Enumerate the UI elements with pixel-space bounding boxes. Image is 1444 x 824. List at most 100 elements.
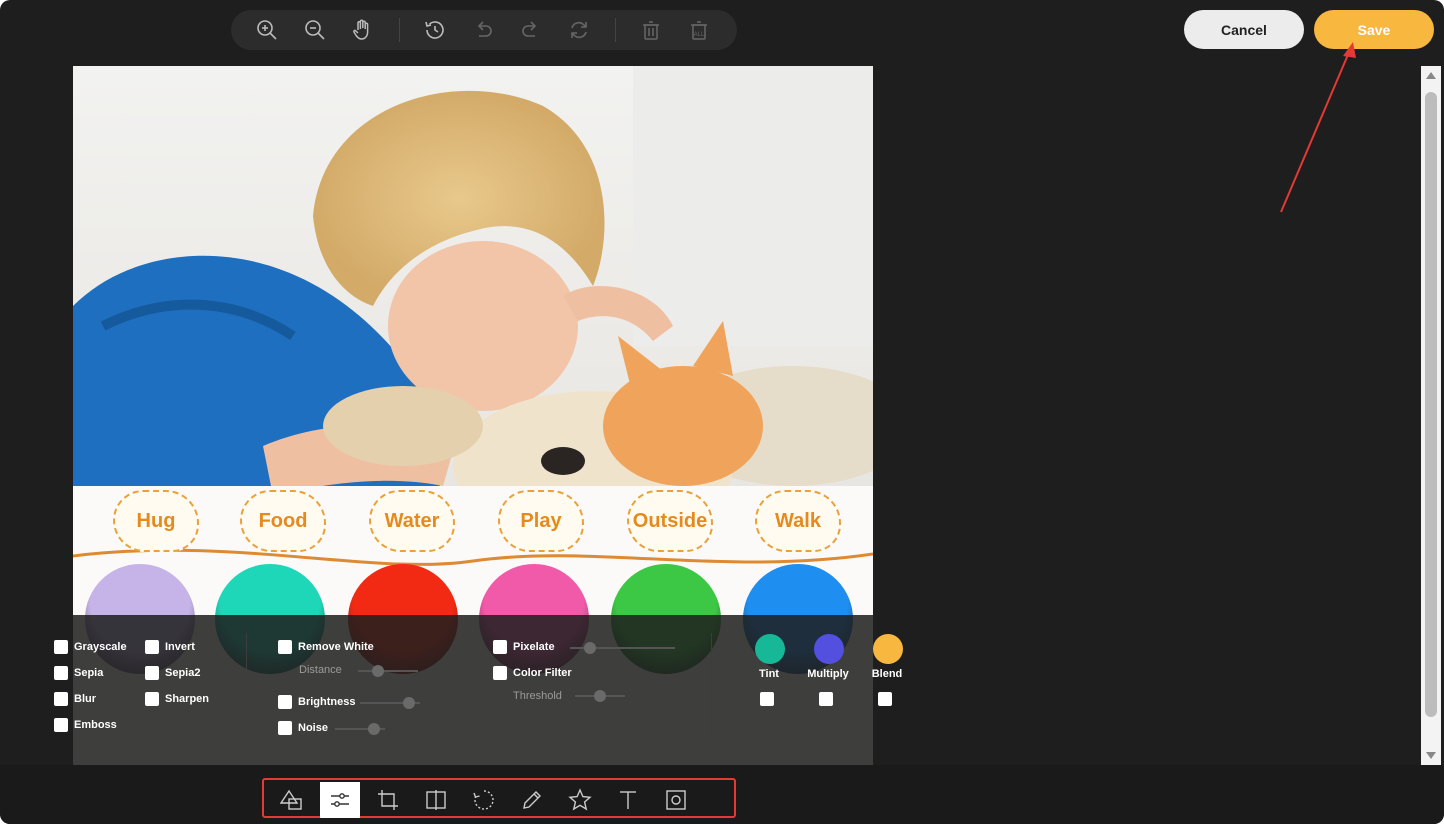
- remove-white-label: Remove White: [298, 641, 374, 653]
- sharpen-label: Sharpen: [165, 693, 210, 705]
- checkbox-box[interactable]: [493, 640, 507, 654]
- emboss-checkbox[interactable]: Emboss: [54, 718, 117, 732]
- distance-label: Distance: [299, 664, 342, 676]
- zoom-out-icon[interactable]: [301, 16, 329, 44]
- panel-separator: [711, 633, 712, 743]
- label-cloud: Play: [498, 490, 584, 552]
- checkbox-box[interactable]: [145, 692, 159, 706]
- slider-knob[interactable]: [372, 665, 384, 677]
- hand-icon[interactable]: [349, 16, 377, 44]
- text-icon[interactable]: [608, 782, 648, 818]
- vertical-scrollbar[interactable]: [1421, 66, 1441, 765]
- checkbox-box[interactable]: [54, 718, 68, 732]
- multiply-color-swatch[interactable]: [814, 634, 844, 664]
- shape-icon[interactable]: [272, 782, 312, 818]
- scroll-up-icon[interactable]: [1426, 72, 1436, 79]
- label-text: Food: [258, 509, 308, 532]
- scroll-down-icon[interactable]: [1426, 752, 1436, 759]
- flip-icon[interactable]: [416, 782, 456, 818]
- slider-knob[interactable]: [368, 723, 380, 735]
- brightness-slider[interactable]: [360, 697, 420, 709]
- checkbox-box[interactable]: [278, 695, 292, 709]
- label-row: Hug Food Water Play Outside Walk: [73, 490, 873, 560]
- save-button[interactable]: Save: [1314, 10, 1434, 49]
- mask-icon[interactable]: [656, 782, 696, 818]
- filter-panel: Grayscale Invert Sepia Sepia2 Blur Sharp…: [0, 615, 1420, 765]
- checkbox-box[interactable]: [145, 640, 159, 654]
- toolbar-separator: [615, 18, 616, 42]
- slider-knob[interactable]: [403, 697, 415, 709]
- blend-checkbox[interactable]: [878, 692, 892, 706]
- noise-checkbox[interactable]: Noise: [278, 721, 328, 735]
- label-text: Outside: [632, 509, 708, 532]
- label-text: Hug: [136, 509, 176, 532]
- slider-knob[interactable]: [594, 690, 606, 702]
- delete-all-icon[interactable]: ALL: [685, 16, 713, 44]
- label-cloud: Hug: [113, 490, 199, 552]
- checkbox-box[interactable]: [493, 666, 507, 680]
- redo-icon[interactable]: [517, 16, 545, 44]
- delete-icon[interactable]: [637, 16, 665, 44]
- color-filter-label: Color Filter: [513, 667, 572, 679]
- top-toolbar: ALL: [231, 10, 737, 50]
- label-cloud: Water: [369, 490, 455, 552]
- delete-all-text: ALL: [694, 32, 705, 38]
- slider-knob[interactable]: [584, 642, 596, 654]
- pixelate-slider[interactable]: [570, 642, 675, 654]
- sepia2-checkbox[interactable]: Sepia2: [145, 666, 200, 680]
- invert-checkbox[interactable]: Invert: [145, 640, 195, 654]
- zoom-in-icon[interactable]: [253, 16, 281, 44]
- label-cloud: Outside: [627, 490, 713, 552]
- history-icon[interactable]: [421, 16, 449, 44]
- brightness-label: Brightness: [298, 696, 356, 708]
- remove-white-checkbox[interactable]: Remove White: [278, 640, 374, 654]
- label-cloud: Food: [240, 490, 326, 552]
- star-icon[interactable]: [560, 782, 600, 818]
- pixelate-label: Pixelate: [513, 641, 555, 653]
- tint-color-swatch[interactable]: [755, 634, 785, 664]
- sepia2-label: Sepia2: [165, 667, 201, 679]
- filter-icon[interactable]: [320, 782, 360, 818]
- checkbox-box[interactable]: [145, 666, 159, 680]
- checkbox-box[interactable]: [278, 640, 292, 654]
- reset-icon[interactable]: [565, 16, 593, 44]
- multiply-checkbox[interactable]: [819, 692, 833, 706]
- label-text: Walk: [775, 509, 821, 532]
- label-text: Water: [384, 509, 440, 532]
- brightness-checkbox[interactable]: Brightness: [278, 695, 355, 709]
- blur-label: Blur: [74, 693, 96, 705]
- label-cloud: Walk: [755, 490, 841, 552]
- checkbox-box[interactable]: [54, 666, 68, 680]
- pixelate-checkbox[interactable]: Pixelate: [493, 640, 555, 654]
- undo-icon[interactable]: [469, 16, 497, 44]
- noise-label: Noise: [298, 722, 328, 734]
- color-filter-checkbox[interactable]: Color Filter: [493, 666, 572, 680]
- blend-label: Blend: [871, 668, 903, 680]
- blend-color-swatch[interactable]: [873, 634, 903, 664]
- sepia-checkbox[interactable]: Sepia: [54, 666, 103, 680]
- draw-icon[interactable]: [512, 782, 552, 818]
- checkbox-box[interactable]: [278, 721, 292, 735]
- rotate-icon[interactable]: [464, 782, 504, 818]
- invert-label: Invert: [165, 641, 195, 653]
- tint-checkbox[interactable]: [760, 692, 774, 706]
- distance-slider[interactable]: [358, 665, 418, 677]
- grayscale-checkbox[interactable]: Grayscale: [54, 640, 127, 654]
- label-text: Play: [520, 509, 562, 532]
- crop-icon[interactable]: [368, 782, 408, 818]
- threshold-label: Threshold: [513, 690, 562, 702]
- checkbox-box[interactable]: [54, 640, 68, 654]
- image-editor: ALL Cancel Save Hug Food Water Play Outs…: [0, 0, 1444, 824]
- emboss-label: Emboss: [74, 719, 117, 731]
- toolbar-separator: [399, 18, 400, 42]
- sharpen-checkbox[interactable]: Sharpen: [145, 692, 209, 706]
- checkbox-box[interactable]: [54, 692, 68, 706]
- scroll-thumb[interactable]: [1425, 92, 1437, 717]
- bottom-toolbar: [262, 778, 736, 818]
- blur-checkbox[interactable]: Blur: [54, 692, 96, 706]
- noise-slider[interactable]: [335, 723, 385, 735]
- sepia-label: Sepia: [74, 667, 104, 679]
- threshold-slider[interactable]: [575, 690, 625, 702]
- cancel-button[interactable]: Cancel: [1184, 10, 1304, 49]
- grayscale-label: Grayscale: [74, 641, 127, 653]
